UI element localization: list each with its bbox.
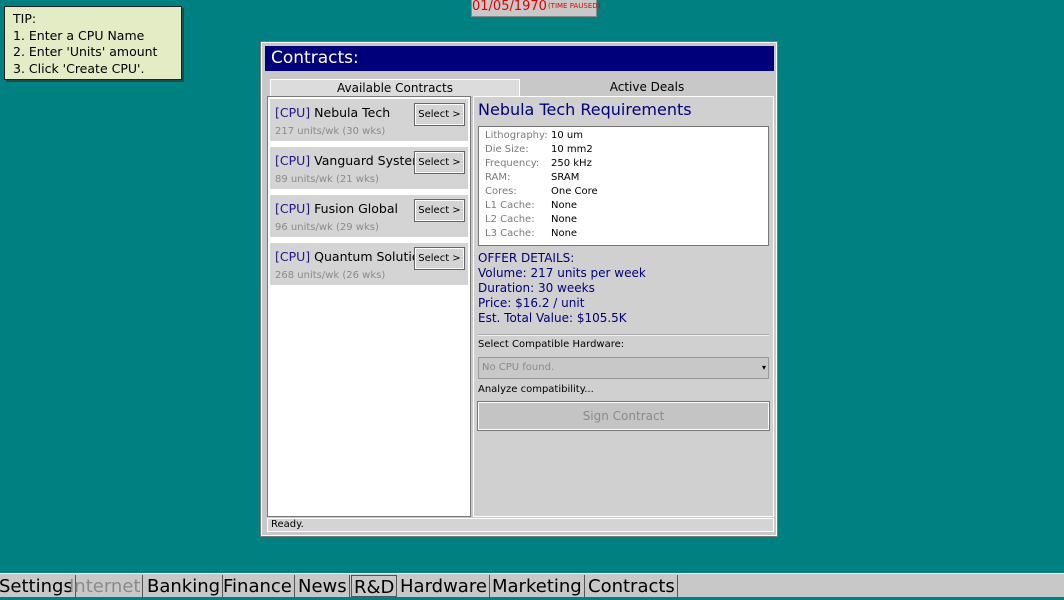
- taskbar-finance[interactable]: Finance: [221, 575, 295, 597]
- select-button[interactable]: Select >: [414, 103, 465, 126]
- spec-key: Frequency:: [485, 158, 540, 169]
- contract-list: [CPU] Nebula Tech 217 units/wk (30 wks) …: [267, 96, 471, 517]
- status-bar: Ready.: [267, 518, 774, 532]
- game-clock: 01/05/1970(TIME PAUSED): [471, 0, 601, 17]
- contract-item[interactable]: [CPU] Quantum Solutions 268 units/wk (26…: [270, 243, 468, 285]
- offer-volume: Volume: 217 units per week: [478, 266, 646, 280]
- taskbar: Settings Internet Banking Finance News R…: [0, 573, 1064, 598]
- contract-name: Vanguard Systems: [314, 153, 431, 168]
- hardware-select-value: No CPU found.: [482, 362, 555, 373]
- spec-row: Die Size: 10 mm2: [485, 144, 593, 155]
- spec-value: 250 kHz: [551, 158, 592, 169]
- clock-date: 01/05/1970: [472, 0, 547, 14]
- select-button[interactable]: Select >: [414, 151, 465, 174]
- taskbar-settings[interactable]: Settings: [0, 575, 76, 597]
- spec-row: Frequency: 250 kHz: [485, 158, 592, 169]
- contract-tag: [CPU]: [275, 153, 311, 168]
- taskbar-rd[interactable]: R&D: [351, 575, 398, 598]
- requirements-title: Nebula Tech Requirements: [478, 100, 692, 119]
- contract-detail: 89 units/wk (21 wks): [275, 174, 379, 185]
- sign-contract-button[interactable]: Sign Contract: [477, 401, 770, 431]
- hardware-label: Select Compatible Hardware:: [478, 339, 625, 350]
- taskbar-contracts[interactable]: Contracts: [586, 575, 678, 597]
- contract-item[interactable]: [CPU] Nebula Tech 217 units/wk (30 wks) …: [270, 99, 468, 141]
- tip-panel: TIP: 1. Enter a CPU Name 2. Enter 'Units…: [4, 6, 182, 80]
- requirements-panel: Nebula Tech Requirements Lithography: 10 …: [473, 96, 774, 517]
- offer-heading: OFFER DETAILS:: [478, 251, 575, 265]
- contract-detail: 96 units/wk (29 wks): [275, 222, 379, 233]
- tab-available-contracts[interactable]: Available Contracts: [270, 79, 520, 96]
- spec-value: None: [551, 214, 578, 225]
- spec-box: Lithography: 10 um Die Size: 10 mm2 Freque…: [478, 126, 769, 246]
- tip-line: 2. Enter 'Units' amount: [13, 44, 158, 59]
- contract-name: Nebula Tech: [314, 105, 391, 120]
- tip-line: 3. Click 'Create CPU'.: [13, 60, 145, 76]
- offer-price: Price: $16.2 / unit: [478, 296, 585, 310]
- contract-detail: 268 units/wk (26 wks): [275, 270, 386, 281]
- contract-tag: [CPU]: [275, 105, 311, 120]
- window-title: Contracts:: [265, 46, 774, 71]
- tip-line: 1. Enter a CPU Name: [13, 27, 145, 43]
- spec-value: 10 mm2: [551, 144, 593, 155]
- contract-tag: [CPU]: [275, 249, 311, 264]
- taskbar-banking[interactable]: Banking: [145, 575, 224, 597]
- hardware-select[interactable]: No CPU found. ▾: [478, 357, 769, 379]
- spec-key: L3 Cache:: [485, 228, 535, 239]
- analyze-label: Analyze compatibility...: [478, 384, 594, 395]
- spec-key: L2 Cache:: [485, 214, 535, 225]
- spec-row: Lithography: 10 um: [485, 130, 583, 141]
- spec-row: L1 Cache: None: [485, 200, 577, 211]
- contract-item[interactable]: [CPU] Vanguard Systems 89 units/wk (21 w…: [270, 147, 468, 189]
- contracts-window: Contracts: Available Contracts Active De…: [260, 41, 778, 537]
- select-button[interactable]: Select >: [414, 199, 465, 222]
- spec-key: Die Size:: [485, 144, 529, 155]
- taskbar-internet: Internet: [67, 575, 144, 597]
- contract-detail: 217 units/wk (30 wks): [275, 126, 386, 137]
- tip-title: TIP:: [13, 11, 37, 26]
- spec-key: Lithography:: [485, 130, 548, 141]
- spec-row: L2 Cache: None: [485, 214, 577, 225]
- spec-value: 10 um: [551, 130, 583, 141]
- spec-key: L1 Cache:: [485, 200, 535, 211]
- spec-value: None: [551, 228, 578, 239]
- offer-total: Est. Total Value: $105.5K: [478, 311, 627, 325]
- offer-duration: Duration: 30 weeks: [478, 281, 595, 295]
- tab-active-deals[interactable]: Active Deals: [522, 79, 772, 96]
- spec-row: RAM: SRAM: [485, 172, 579, 183]
- spec-value: None: [551, 200, 578, 211]
- contract-tag: [CPU]: [275, 201, 311, 216]
- taskbar-hardware[interactable]: Hardware: [398, 575, 490, 597]
- taskbar-news[interactable]: News: [296, 575, 350, 597]
- spec-row: Cores: One Core: [485, 186, 598, 197]
- spec-value: SRAM: [551, 172, 580, 183]
- contract-name: Fusion Global: [314, 201, 398, 216]
- spec-key: Cores:: [485, 186, 517, 197]
- spec-row: L3 Cache: None: [485, 228, 577, 239]
- clock-status: (TIME PAUSED): [547, 2, 601, 10]
- spec-value: One Core: [551, 186, 598, 197]
- taskbar-marketing[interactable]: Marketing: [490, 575, 585, 597]
- select-button[interactable]: Select >: [414, 247, 465, 270]
- contract-item[interactable]: [CPU] Fusion Global 96 units/wk (29 wks)…: [270, 195, 468, 237]
- spec-key: RAM:: [485, 172, 511, 183]
- divider: [478, 334, 769, 336]
- chevron-down-icon: ▾: [761, 363, 766, 372]
